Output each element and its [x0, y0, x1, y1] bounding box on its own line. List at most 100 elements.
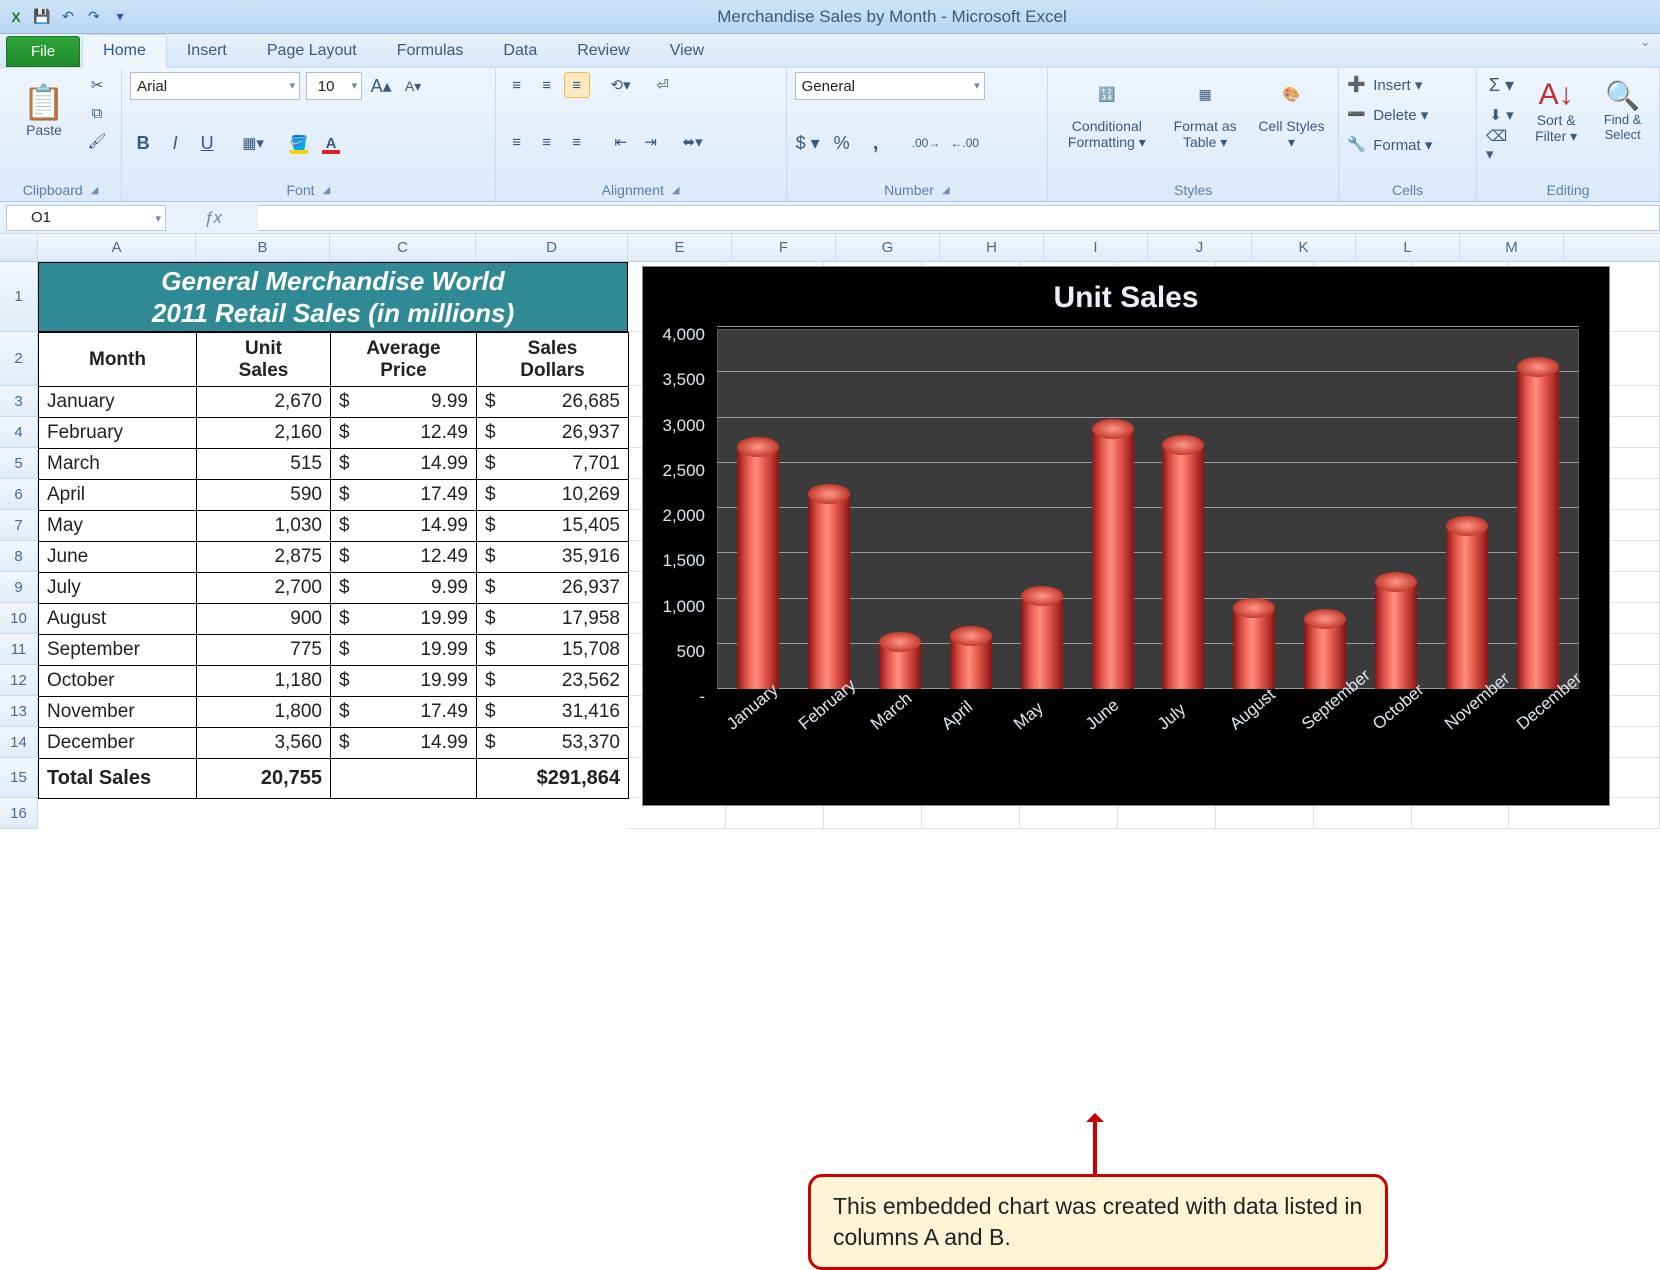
underline-button[interactable]: U	[194, 130, 220, 156]
table-row[interactable]: October1,180$19.99$23,562	[39, 666, 629, 697]
row-header[interactable]: 2	[0, 332, 38, 386]
column-header[interactable]: C	[330, 234, 476, 261]
column-header[interactable]: B	[196, 234, 330, 261]
font-name-select[interactable]: Arial▾	[130, 72, 300, 100]
embedded-chart[interactable]: Unit Sales -5001,0001,5002,0002,5003,000…	[642, 266, 1610, 806]
tab-page-layout[interactable]: Page Layout	[247, 35, 377, 67]
undo-icon[interactable]: ↶	[58, 7, 78, 27]
save-icon[interactable]: 💾	[32, 7, 52, 27]
column-header[interactable]: L	[1356, 234, 1460, 261]
column-header[interactable]: I	[1044, 234, 1148, 261]
tab-view[interactable]: View	[650, 35, 724, 67]
name-box[interactable]: O1▾	[6, 205, 166, 231]
align-bottom-icon[interactable]: ≡	[564, 72, 590, 98]
find-select-button[interactable]: 🔍 Find & Select	[1594, 72, 1651, 152]
qat-customize-icon[interactable]: ▾	[110, 7, 130, 27]
insert-cells-button[interactable]: ➕Insert ▾	[1347, 72, 1468, 98]
row-header[interactable]: 8	[0, 541, 38, 572]
wrap-text-icon[interactable]: ⏎	[650, 72, 676, 98]
column-header[interactable]: D	[476, 234, 628, 261]
row-header[interactable]: 4	[0, 417, 38, 448]
merge-center-icon[interactable]: ⬌▾	[680, 129, 706, 155]
align-center-icon[interactable]: ≡	[534, 129, 560, 155]
clear-icon[interactable]: ⌫ ▾	[1485, 132, 1518, 158]
delete-cells-button[interactable]: ➖Delete ▾	[1347, 102, 1468, 128]
align-top-icon[interactable]: ≡	[504, 72, 530, 98]
column-header[interactable]: H	[940, 234, 1044, 261]
font-color-icon[interactable]: A	[318, 130, 344, 156]
row-header[interactable]: 7	[0, 510, 38, 541]
font-size-select[interactable]: 10▾	[306, 72, 362, 100]
tab-review[interactable]: Review	[557, 35, 649, 67]
column-header[interactable]: F	[732, 234, 836, 261]
row-header[interactable]: 1	[0, 262, 38, 332]
row-header[interactable]: 13	[0, 696, 38, 727]
column-header[interactable]: E	[628, 234, 732, 261]
autosum-icon[interactable]: Σ ▾	[1485, 72, 1518, 98]
tab-formulas[interactable]: Formulas	[377, 35, 484, 67]
table-row[interactable]: December3,560$14.99$53,370	[39, 728, 629, 759]
table-header[interactable]: Month	[39, 333, 197, 387]
table-header[interactable]: AveragePrice	[331, 333, 477, 387]
format-cells-button[interactable]: 🔧Format ▾	[1347, 132, 1468, 158]
row-header[interactable]: 14	[0, 727, 38, 758]
percent-icon[interactable]: %	[829, 130, 855, 156]
fill-color-icon[interactable]: 🪣	[286, 130, 312, 156]
row-header[interactable]: 3	[0, 386, 38, 417]
row-header[interactable]: 5	[0, 448, 38, 479]
bold-button[interactable]: B	[130, 130, 156, 156]
sort-filter-button[interactable]: A↓ Sort & Filter ▾	[1524, 72, 1588, 152]
cut-icon[interactable]: ✂	[84, 72, 110, 98]
column-header[interactable]: M	[1460, 234, 1564, 261]
orientation-icon[interactable]: ⟲▾	[608, 72, 634, 98]
table-row[interactable]: February2,160$12.49$26,937	[39, 418, 629, 449]
row-header[interactable]: 10	[0, 603, 38, 634]
clipboard-dialog-icon[interactable]: ◢	[91, 185, 99, 196]
row-header[interactable]: 12	[0, 665, 38, 696]
table-row[interactable]: November1,800$17.49$31,416	[39, 697, 629, 728]
row-header[interactable]: 16	[0, 798, 38, 829]
table-row[interactable]: June2,875$12.49$35,916	[39, 542, 629, 573]
fx-label[interactable]: ƒx	[168, 208, 258, 228]
tab-home[interactable]: Home	[82, 34, 167, 68]
increase-font-icon[interactable]: A▴	[368, 73, 394, 99]
fill-icon[interactable]: ⬇ ▾	[1485, 102, 1518, 128]
select-all-corner[interactable]	[0, 234, 38, 261]
increase-indent-icon[interactable]: ⇥	[638, 129, 664, 155]
paste-button[interactable]: 📋 Paste	[8, 72, 80, 152]
table-row[interactable]: January2,670$9.99$26,685	[39, 387, 629, 418]
conditional-formatting-button[interactable]: 🔢 Conditional Formatting ▾	[1059, 72, 1155, 152]
table-row[interactable]: March515$14.99$7,701	[39, 449, 629, 480]
table-header[interactable]: UnitSales	[197, 333, 331, 387]
align-left-icon[interactable]: ≡	[504, 129, 530, 155]
table-row[interactable]: July2,700$9.99$26,937	[39, 573, 629, 604]
align-middle-icon[interactable]: ≡	[534, 72, 560, 98]
increase-decimal-icon[interactable]: .00→	[911, 130, 942, 156]
decrease-indent-icon[interactable]: ⇤	[608, 129, 634, 155]
row-header[interactable]: 11	[0, 634, 38, 665]
data-table[interactable]: MonthUnitSalesAveragePriceSalesDollarsJa…	[38, 332, 629, 799]
format-as-table-button[interactable]: ▦ Format as Table ▾	[1162, 72, 1248, 152]
copy-icon[interactable]: ⧉	[84, 100, 110, 126]
borders-icon[interactable]: ▦▾	[240, 130, 266, 156]
table-row[interactable]: May1,030$14.99$15,405	[39, 511, 629, 542]
alignment-dialog-icon[interactable]: ◢	[672, 185, 680, 196]
table-total-row[interactable]: Total Sales20,755$291,864	[39, 759, 629, 799]
column-header[interactable]: K	[1252, 234, 1356, 261]
row-header[interactable]: 9	[0, 572, 38, 603]
comma-icon[interactable]: ,	[863, 130, 889, 156]
decrease-decimal-icon[interactable]: ←.00	[949, 130, 980, 156]
column-header[interactable]: J	[1148, 234, 1252, 261]
currency-icon[interactable]: $ ▾	[795, 130, 821, 156]
table-row[interactable]: April590$17.49$10,269	[39, 480, 629, 511]
table-row[interactable]: August900$19.99$17,958	[39, 604, 629, 635]
column-header[interactable]: G	[836, 234, 940, 261]
cells-area[interactable]: General Merchandise World 2011 Retail Sa…	[38, 262, 1660, 1022]
align-right-icon[interactable]: ≡	[564, 129, 590, 155]
minimize-ribbon-icon[interactable]: ˇ	[1643, 42, 1648, 60]
column-header[interactable]: A	[38, 234, 196, 261]
table-row[interactable]: September775$19.99$15,708	[39, 635, 629, 666]
row-header[interactable]: 15	[0, 758, 38, 798]
font-dialog-icon[interactable]: ◢	[323, 185, 331, 196]
redo-icon[interactable]: ↷	[84, 7, 104, 27]
